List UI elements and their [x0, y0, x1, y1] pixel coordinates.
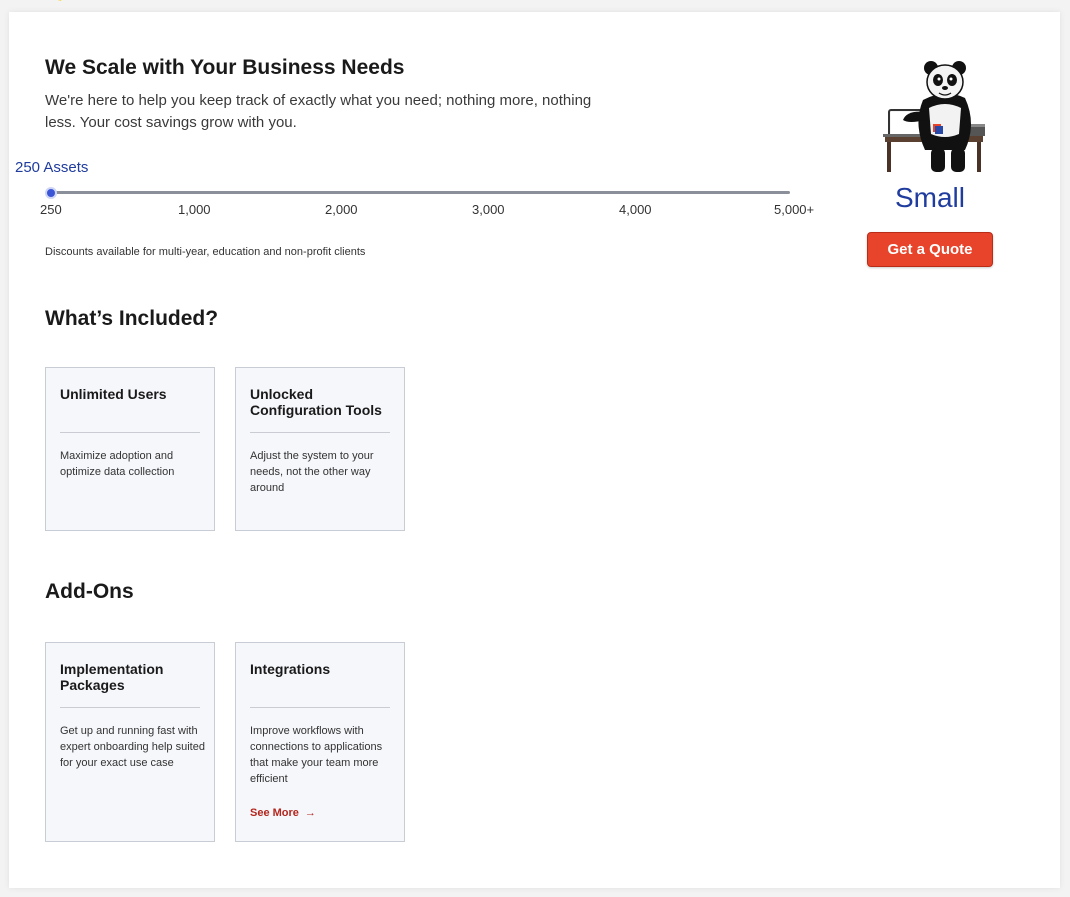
page-title: We Scale with Your Business Needs: [45, 56, 405, 79]
addon-description: Improve workflows with connections to ap…: [250, 725, 383, 785]
slider-track[interactable]: [49, 191, 790, 194]
see-more-link[interactable]: See More →: [250, 807, 316, 819]
see-more-label: See More: [250, 807, 299, 819]
slider-tick-3000: 3,000: [472, 202, 505, 217]
feature-description: Adjust the system to your needs, not the…: [250, 450, 374, 494]
asset-slider[interactable]: [45, 187, 790, 199]
arrow-right-icon: →: [304, 807, 316, 819]
slider-tick-5000-plus: 5,000+: [774, 202, 815, 217]
addon-card-integrations: Integrations Improve workflows with conn…: [235, 642, 405, 842]
slider-tick-1000: 1,000: [178, 202, 211, 217]
feature-card-configuration-tools: Unlocked Configuration Tools Adjust the …: [235, 367, 405, 531]
addon-description: Get up and running fast with expert onbo…: [60, 725, 205, 769]
included-section-title: What’s Included?: [45, 307, 219, 330]
slider-tick-2000: 2,000: [325, 202, 358, 217]
asset-count-label: 250 Assets: [15, 159, 89, 176]
feature-divider: [60, 432, 200, 433]
panda-at-desk-illustration: [883, 61, 985, 172]
slider-tick-250: 250: [40, 202, 62, 217]
feature-title: Unlocked Configuration Tools: [250, 386, 382, 418]
feature-divider: [250, 432, 390, 433]
addons-section-title: Add-Ons: [45, 580, 134, 603]
plan-name: Small: [894, 182, 965, 213]
addon-title: Implementation Packages: [60, 661, 164, 693]
discount-note: Discounts available for multi-year, educ…: [45, 246, 366, 258]
page-subtitle: We're here to help you keep track of exa…: [45, 92, 592, 131]
addon-title: Integrations: [250, 661, 331, 677]
feature-title: Unlimited Users: [60, 386, 167, 402]
get-a-quote-button[interactable]: Get a Quote: [867, 232, 993, 267]
feature-description: Maximize adoption and optimize data coll…: [60, 450, 175, 478]
addon-card-implementation-packages: Implementation Packages Get up and runni…: [45, 642, 215, 842]
slider-tick-4000: 4,000: [619, 202, 652, 217]
slider-thumb[interactable]: [45, 187, 57, 199]
addon-divider: [60, 707, 200, 708]
addon-divider: [250, 707, 390, 708]
feature-card-unlimited-users: Unlimited Users Maximize adoption and op…: [45, 367, 215, 531]
pricing-card: We Scale with Your Business Needs We're …: [9, 12, 1060, 888]
